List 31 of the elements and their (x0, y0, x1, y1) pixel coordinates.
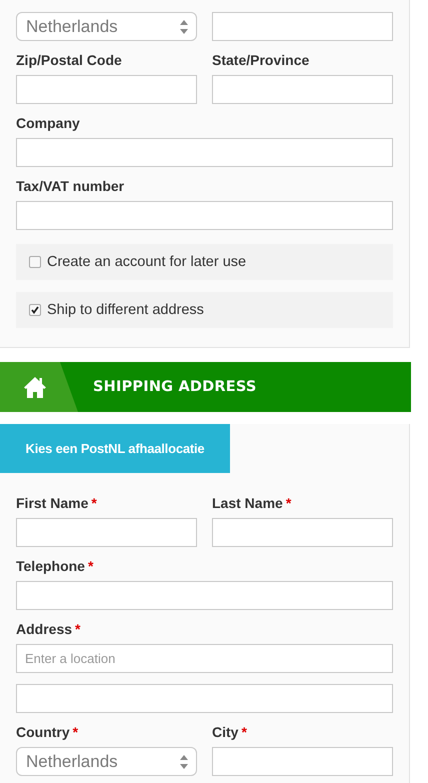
checkbox[interactable] (29, 256, 41, 268)
input-field[interactable] (16, 201, 393, 230)
up-down-arrows-icon (180, 20, 188, 34)
checkbox-label[interactable]: Ship to different address (47, 302, 204, 318)
pickup-location-button[interactable]: Kies een PostNL afhaallocatie (0, 424, 230, 473)
input-field[interactable] (212, 75, 393, 104)
field-label: Zip/Postal Code (16, 52, 122, 69)
section-title: SHIPPING ADDRESS (93, 379, 257, 395)
home-icon (23, 376, 47, 398)
input-field[interactable] (16, 581, 393, 610)
input-field[interactable] (212, 12, 393, 41)
input-field[interactable] (16, 138, 393, 167)
checkbox[interactable] (29, 304, 41, 316)
input-field[interactable] (16, 518, 197, 547)
up-down-arrows-icon (180, 754, 188, 768)
field-label: Last Name * (212, 495, 292, 512)
field-label: Telephone * (16, 558, 94, 575)
field-label: Company (16, 115, 80, 132)
field-label: Country * (16, 724, 78, 741)
input-field[interactable] (16, 684, 393, 713)
country-select[interactable]: Netherlands (16, 747, 197, 776)
input-field[interactable] (212, 747, 393, 776)
input-field[interactable] (212, 518, 393, 547)
field-label: Tax/VAT number (16, 178, 124, 195)
input-field[interactable] (16, 75, 197, 104)
field-label: State/Province (212, 52, 310, 69)
field-label: First Name * (16, 495, 97, 512)
country-select[interactable]: Netherlands (16, 12, 197, 41)
field-label: City * (212, 724, 247, 741)
input-field[interactable]: Enter a location (16, 644, 393, 673)
field-label: Address * (16, 621, 80, 638)
